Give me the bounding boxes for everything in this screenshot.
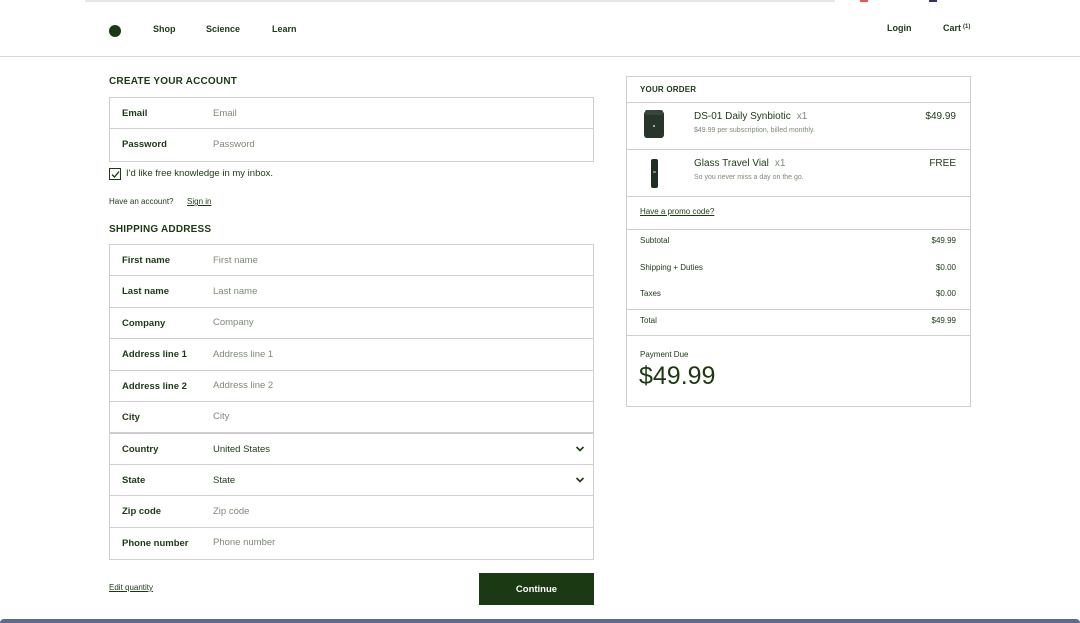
subtotal-label: Subtotal: [640, 236, 670, 245]
newsletter-checkbox[interactable]: [109, 168, 121, 180]
order-item-name: DS-01 Daily Synbiotic x1: [694, 111, 807, 122]
newsletter-label: I'd like free knowledge in my inbox.: [126, 168, 274, 179]
address-line-1-row: Address line 1: [110, 339, 593, 371]
sign-in-link[interactable]: Sign in: [187, 197, 211, 206]
shipping-duties-label: Shipping + Duties: [640, 263, 703, 272]
order-item-subtitle: So you never miss a day on the go.: [694, 174, 804, 181]
edit-quantity-link[interactable]: Edit quantity: [109, 583, 153, 592]
payment-due-amount: $49.99: [639, 362, 716, 390]
order-item-subtitle: $49.99 per subscription, billed monthly.: [694, 127, 815, 134]
browser-bottom-edge: [0, 619, 1080, 623]
nav-cart-link[interactable]: Cart: [943, 23, 961, 33]
country-label: Country: [122, 444, 159, 456]
subtotal-value: $49.99: [931, 236, 956, 245]
divider: [627, 309, 970, 310]
password-label: Password: [122, 139, 167, 151]
company-label: Company: [122, 317, 166, 329]
divider: [627, 335, 970, 336]
address-line-2-label: Address line 2: [122, 380, 187, 392]
shipping-duties-value: $0.00: [935, 263, 956, 272]
item-quantity: x1: [796, 111, 808, 122]
site-header: Shop Science Learn Login Cart (1): [0, 5, 1080, 57]
state-label: State: [122, 474, 146, 486]
password-row: Password: [110, 129, 593, 160]
vial-icon: [651, 159, 658, 188]
order-item-name: Glass Travel Vial x1: [694, 158, 785, 169]
shipping-fields: First name Last name Company Address lin…: [109, 244, 594, 560]
company-row: Company: [110, 308, 593, 340]
promo-code-link[interactable]: Have a promo code?: [640, 207, 714, 216]
address-line-1-field[interactable]: [213, 344, 583, 365]
city-field[interactable]: [213, 406, 583, 427]
city-row: City: [110, 402, 593, 434]
nav-learn-link[interactable]: Learn: [272, 24, 297, 34]
state-select[interactable]: State State: [110, 465, 593, 497]
order-title: YOUR ORDER: [640, 85, 697, 94]
password-field[interactable]: [213, 134, 583, 155]
order-item: Glass Travel Vial x1 So you never miss a …: [627, 150, 970, 196]
have-account-text: Have an account?: [109, 197, 174, 206]
email-label: Email: [122, 108, 148, 119]
chevron-down-icon: [575, 477, 585, 483]
nav-login-link[interactable]: Login: [887, 23, 912, 33]
last-name-row: Last name: [110, 276, 593, 308]
jar-icon: [644, 110, 664, 138]
address-line-1-label: Address line 1: [122, 349, 187, 361]
order-summary: YOUR ORDER DS-01 Daily Synbiotic x1 $49.9…: [626, 76, 971, 407]
country-value: United States: [213, 444, 271, 456]
state-value: State: [213, 474, 236, 486]
item-name-text: Glass Travel Vial: [694, 158, 769, 169]
divider: [627, 229, 970, 230]
city-label: City: [122, 411, 140, 423]
shipping-address-title: SHIPPING ADDRESS: [109, 224, 212, 235]
first-name-row: First name: [110, 245, 593, 277]
divider: [627, 196, 970, 197]
phone-number-label: Phone number: [122, 537, 189, 549]
email-field[interactable]: [213, 103, 583, 123]
order-item: DS-01 Daily Synbiotic x1 $49.99 per subsc…: [627, 103, 970, 149]
item-quantity: x1: [774, 158, 786, 169]
last-name-label: Last name: [122, 286, 169, 298]
payment-due-label: Payment Due: [640, 350, 689, 359]
first-name-label: First name: [122, 255, 171, 266]
address-line-2-row: Address line 2: [110, 371, 593, 402]
address-line-2-field[interactable]: [213, 375, 583, 396]
nav-science-link[interactable]: Science: [206, 24, 240, 34]
item-name-text: DS-01 Daily Synbiotic: [694, 111, 791, 122]
checkmark-icon: [111, 171, 120, 178]
browser-indicator-purple: [929, 0, 937, 2]
order-item-price: $49.99: [925, 111, 956, 122]
first-name-field[interactable]: [213, 250, 583, 270]
browser-address-line: [85, 0, 835, 2]
country-select[interactable]: Country United States: [110, 433, 593, 465]
zip-code-label: Zip code: [122, 506, 162, 518]
email-row: Email: [110, 98, 593, 130]
account-fields: Email Password: [109, 97, 594, 162]
browser-indicator-red: [860, 0, 868, 2]
taxes-value: $0.00: [935, 289, 956, 298]
phone-number-row: Phone number: [110, 528, 593, 559]
taxes-label: Taxes: [640, 289, 661, 298]
last-name-field[interactable]: [213, 281, 583, 302]
nav-shop-link[interactable]: Shop: [153, 24, 176, 34]
zip-code-field[interactable]: [213, 501, 583, 522]
total-label: Total: [640, 316, 657, 325]
logo-icon[interactable]: [109, 25, 121, 37]
chevron-down-icon: [575, 446, 585, 452]
order-item-price: FREE: [929, 158, 956, 169]
cart-count-badge: (1): [963, 24, 971, 30]
phone-number-field[interactable]: [213, 532, 583, 553]
total-value: $49.99: [931, 316, 956, 325]
create-account-title: CREATE YOUR ACCOUNT: [109, 76, 238, 87]
company-field[interactable]: [213, 312, 583, 333]
continue-button[interactable]: Continue: [479, 573, 594, 605]
zip-code-row: Zip code: [110, 496, 593, 528]
